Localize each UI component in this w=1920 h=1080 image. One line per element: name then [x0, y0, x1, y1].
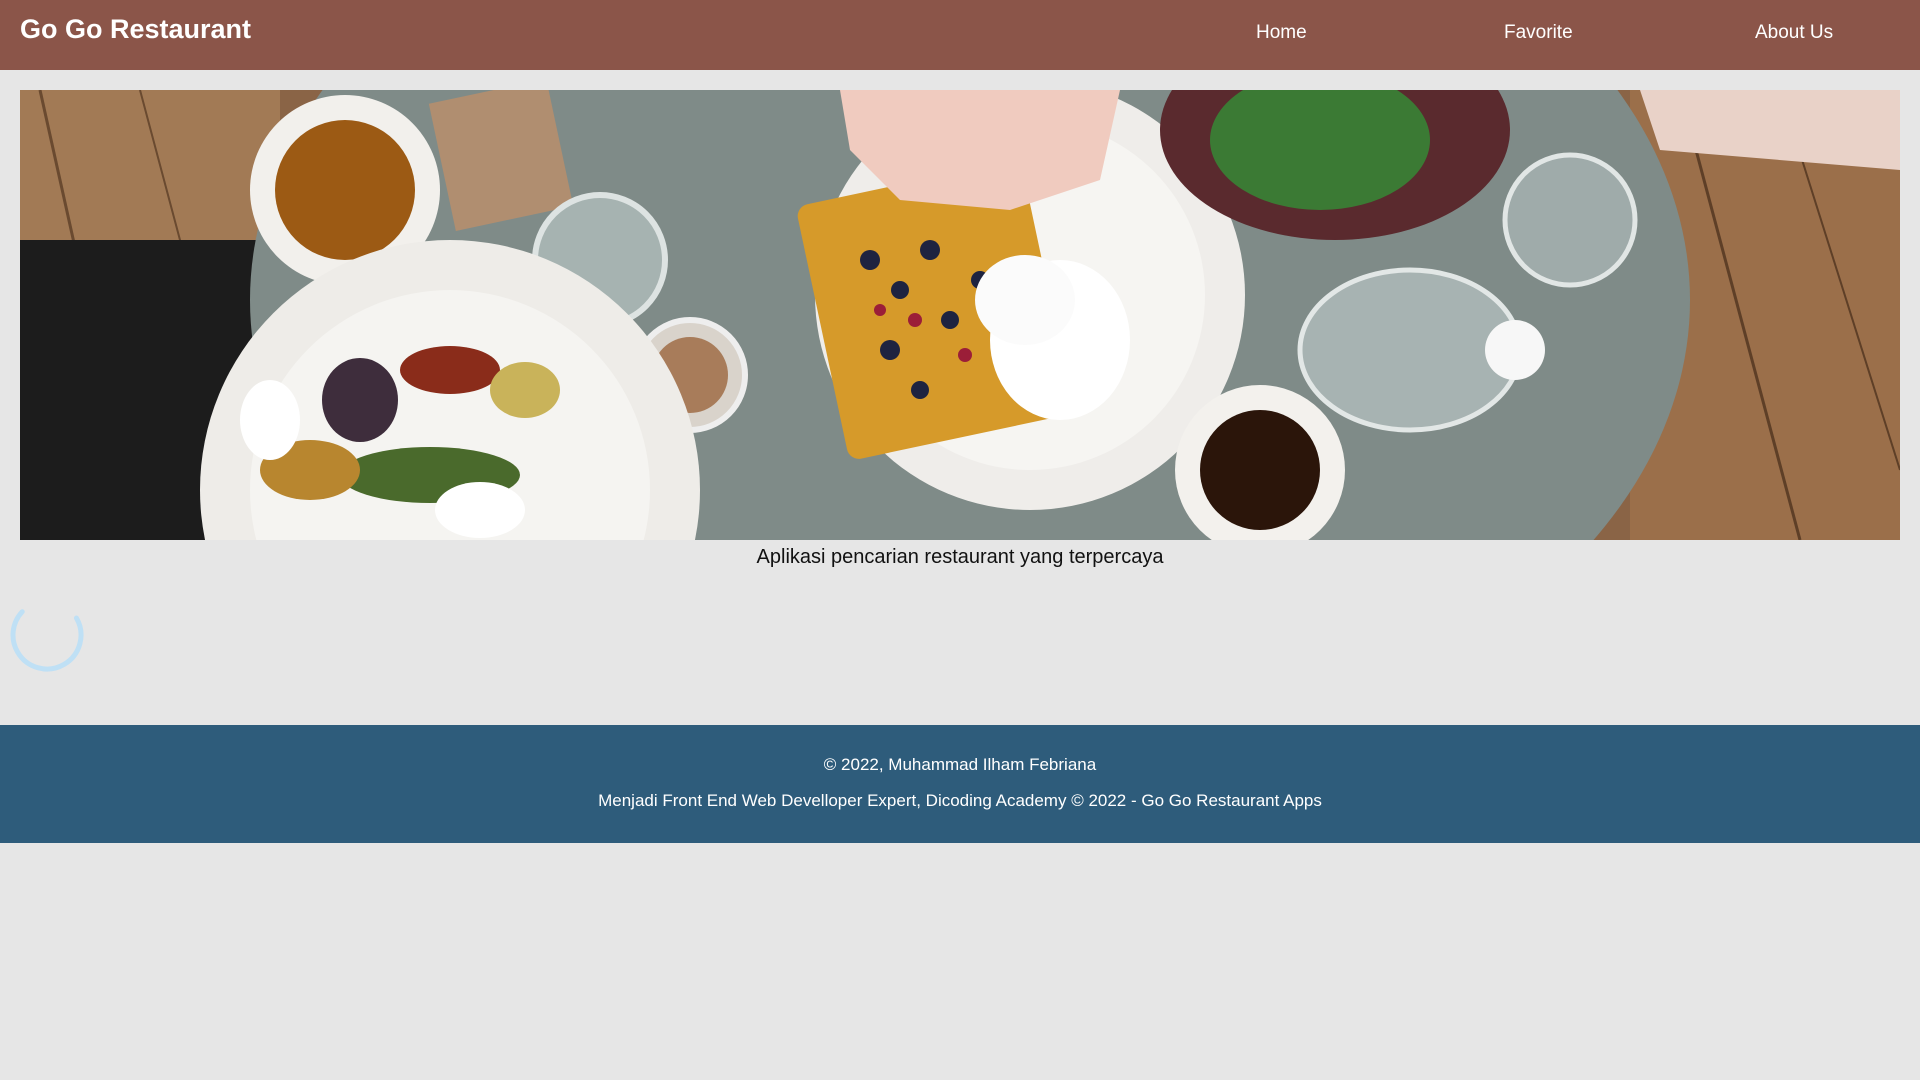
app-footer: © 2022, Muhammad Ilham Febriana Menjadi … [0, 725, 1920, 843]
hero-tagline: Aplikasi pencarian restaurant yang terpe… [756, 546, 1164, 568]
footer-description: Menjadi Front End Web Develloper Expert,… [598, 791, 1322, 810]
footer-copyright: © 2022, Muhammad Ilham Febriana [823, 755, 1097, 774]
hero-food-illustration [20, 90, 1900, 540]
nav-link-favorite[interactable]: Favorite [1504, 22, 1573, 44]
app-header: Go Go Restaurant Home Favorite About Us [0, 0, 1920, 70]
nav-link-about-us[interactable]: About Us [1755, 22, 1833, 44]
hero-image [20, 90, 1900, 540]
nav-link-home[interactable]: Home [1256, 22, 1307, 44]
loading-spinner-icon [8, 596, 86, 674]
brand-logo-link[interactable]: Go Go Restaurant [20, 14, 251, 45]
